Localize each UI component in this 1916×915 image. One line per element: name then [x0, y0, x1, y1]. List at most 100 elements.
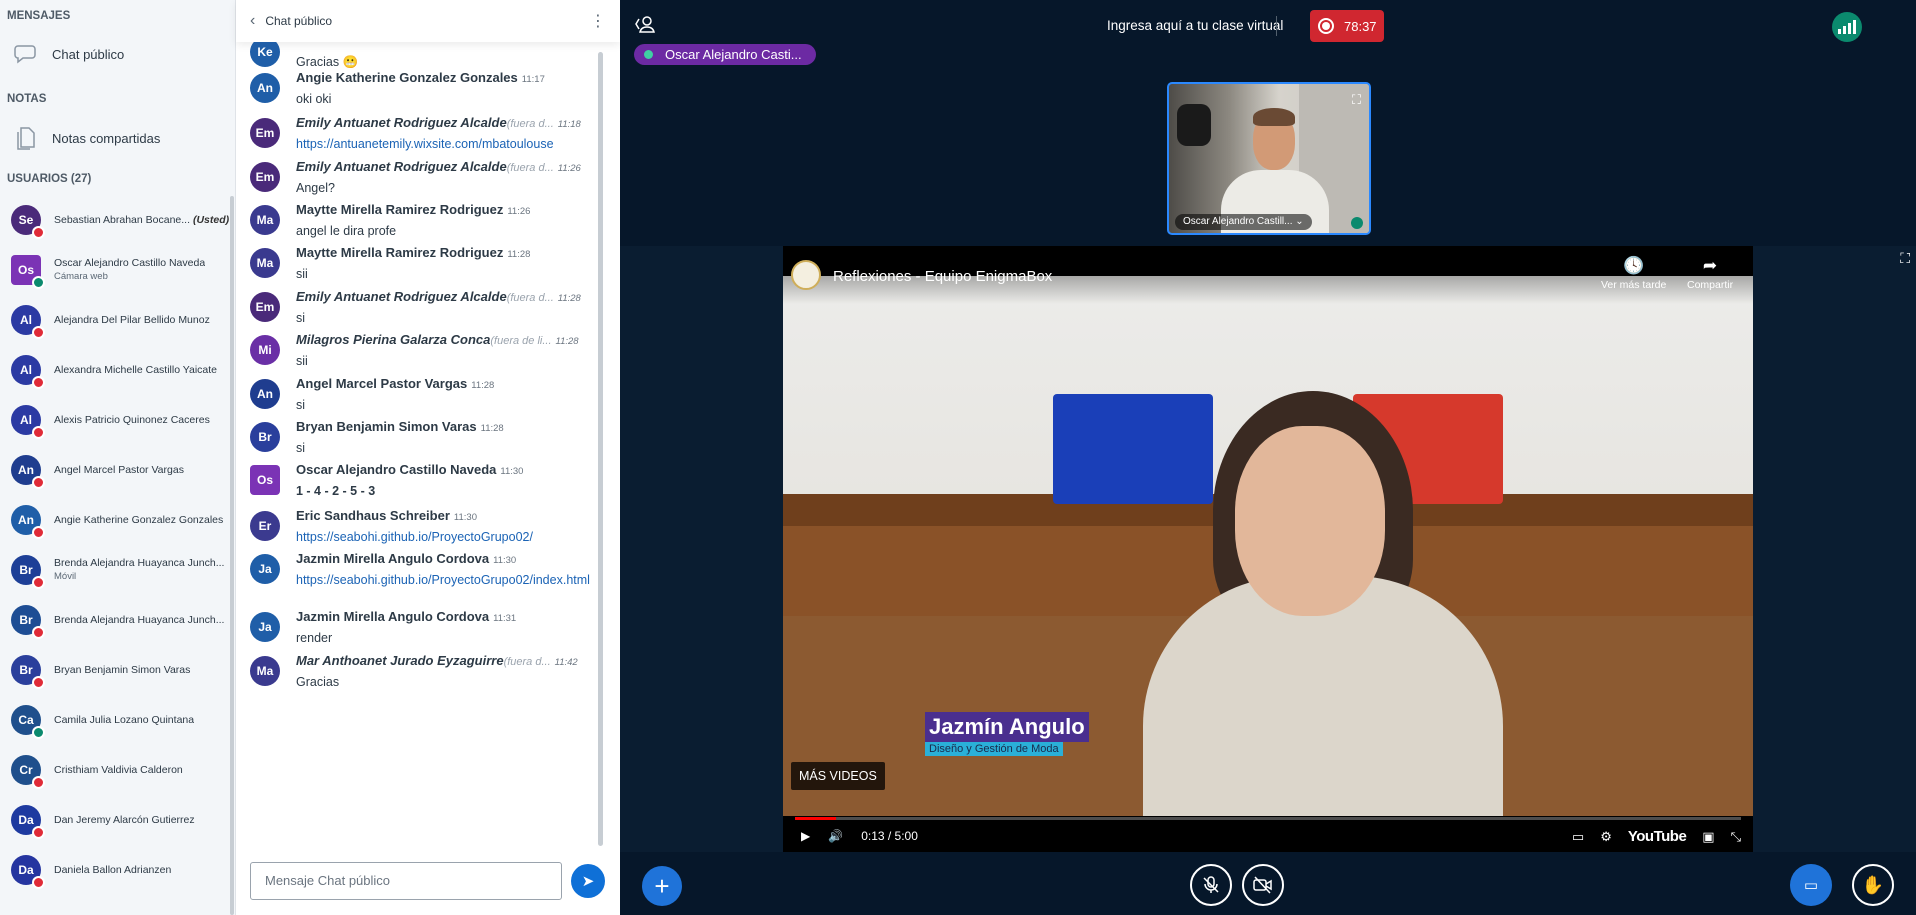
- settings-icon[interactable]: ⚙: [1600, 829, 1612, 845]
- user-name: Cristhiam Valdivia Calderon: [54, 763, 183, 776]
- chat-message: Os Oscar Alejandro Castillo Naveda 11:30 1 …: [250, 462, 600, 500]
- user-list-item[interactable]: Os Oscar Alejandro Castillo Naveda Cámara …: [11, 249, 231, 291]
- message-time: 11:28: [471, 380, 495, 391]
- more-options-icon[interactable]: ⋮: [590, 11, 606, 31]
- channel-logo[interactable]: [791, 260, 821, 290]
- main-area: Ingresa aquí a tu clase virtual 78:37 Os…: [620, 0, 1916, 915]
- message-list: Ke Gracias 😬 An Angie Katherine Gonzalez Go…: [236, 42, 604, 842]
- send-button[interactable]: ➤: [571, 864, 605, 898]
- cast-icon[interactable]: ▣: [1702, 829, 1714, 845]
- sender-name: Emily Antuanet Rodriguez Alcalde: [296, 159, 507, 174]
- user-name: Brenda Alejandra Huayanca Junch...: [54, 613, 225, 626]
- message-input[interactable]: Mensaje Chat público: [250, 862, 562, 900]
- chat-message: An Angie Katherine Gonzalez Gonzales 11:17…: [250, 70, 600, 108]
- user-list-item[interactable]: Cr Cristhiam Valdivia Calderon: [11, 749, 231, 791]
- actions-button[interactable]: +: [642, 866, 682, 906]
- avatar: Al: [11, 305, 45, 339]
- more-videos-button[interactable]: MÁS VIDEOS: [791, 762, 885, 790]
- message-text: Gracias 😬: [296, 55, 359, 69]
- message-text: si: [296, 311, 306, 325]
- avatar: Da: [11, 805, 45, 839]
- user-name: Camila Julia Lozano Quintana: [54, 713, 195, 726]
- video-time: 0:13 / 5:00: [861, 829, 918, 843]
- away-status: (fuera d...: [506, 292, 554, 304]
- message-link[interactable]: https://antuanetemily.wixsite.com/mbatou…: [296, 136, 596, 153]
- avatar: Ca: [11, 705, 45, 739]
- sender-name: Bryan Benjamin Simon Varas: [296, 419, 477, 434]
- raise-hand-button[interactable]: ✋: [1852, 864, 1894, 906]
- share-video-button[interactable]: ➦ Compartir: [1687, 256, 1733, 291]
- message-header: Emily Antuanet Rodriguez Alcalde(fuera d…: [296, 159, 596, 174]
- message-text: Gracias: [296, 675, 340, 689]
- chat-scrollbar[interactable]: [598, 52, 603, 846]
- camera-toggle-button[interactable]: [1242, 864, 1284, 906]
- play-icon[interactable]: ▶: [801, 829, 810, 843]
- user-status-icon: [32, 426, 45, 439]
- sender-name: Jazmin Mirella Angulo Cordova: [296, 609, 490, 624]
- user-status-icon: [32, 726, 45, 739]
- user-name: Angel Marcel Pastor Vargas: [54, 463, 184, 476]
- message-link[interactable]: https://seabohi.github.io/ProyectoGrupo0…: [296, 572, 596, 589]
- avatar: Em: [250, 118, 280, 148]
- user-info: Angie Katherine Gonzalez Gonzales: [54, 514, 223, 527]
- fullscreen-icon[interactable]: ⛶: [1352, 92, 1361, 108]
- avatar: Mi: [250, 335, 280, 365]
- user-list-toggle-icon[interactable]: [634, 14, 656, 39]
- captions-icon[interactable]: ▭: [1572, 829, 1584, 845]
- shared-notes-label: Notas compartidas: [52, 130, 161, 146]
- chat-message: Ma Maytte Mirella Ramirez Rodriguez 11:26 a…: [250, 202, 600, 240]
- user-list-item[interactable]: Al Alexandra Michelle Castillo Yaicate: [11, 349, 231, 391]
- sender-name: Oscar Alejandro Castillo Naveda: [296, 462, 497, 477]
- mute-mic-button[interactable]: [1190, 864, 1232, 906]
- sender-name: Emily Antuanet Rodriguez Alcalde: [296, 115, 507, 130]
- message-header: Jazmin Mirella Angulo Cordova 11:31: [296, 609, 596, 624]
- webcam-name-label[interactable]: Oscar Alejandro Castill... ⌄: [1175, 214, 1312, 230]
- webcam-video: [1177, 104, 1211, 146]
- user-list-item[interactable]: An Angel Marcel Pastor Vargas: [11, 449, 231, 491]
- avatar: An: [11, 455, 45, 489]
- user-list-item[interactable]: Da Dan Jeremy Alarcón Gutierrez: [11, 799, 231, 841]
- desktop-icon: ▭: [1803, 877, 1819, 894]
- user-list-item[interactable]: Da Daniela Ballon Adrianzen: [11, 849, 231, 891]
- user-info: Bryan Benjamin Simon Varas: [54, 664, 190, 677]
- exit-fullscreen-icon[interactable]: ⤡: [1731, 829, 1741, 845]
- youtube-logo[interactable]: YouTube: [1628, 828, 1687, 845]
- connection-status-icon[interactable]: [1832, 12, 1862, 42]
- avatar: Al: [11, 355, 45, 389]
- user-list-item[interactable]: Se Sebastian Abrahan Bocane... (Usted): [11, 199, 231, 241]
- avatar: Ma: [250, 248, 280, 278]
- user-name: Dan Jeremy Alarcón Gutierrez: [54, 813, 195, 826]
- talking-indicator: Oscar Alejandro Casti...: [634, 44, 816, 65]
- chat-title: Chat público: [265, 14, 333, 28]
- recording-indicator[interactable]: 78:37: [1310, 10, 1384, 42]
- user-info: Cristhiam Valdivia Calderon: [54, 764, 183, 777]
- avatar: Br: [11, 555, 45, 589]
- youtube-player[interactable]: Reflexiones - Equipo EnigmaBox 🕓 Ver más …: [783, 246, 1753, 852]
- message-text: 1 - 4 - 2 - 5 - 3: [296, 484, 376, 498]
- fullscreen-icon[interactable]: ⛶: [1900, 250, 1910, 267]
- public-chat-label: Chat público: [52, 46, 125, 62]
- sender-name: Milagros Pierina Galarza Conca: [296, 332, 491, 347]
- screen-share-button[interactable]: ▭: [1790, 864, 1832, 906]
- user-list-item[interactable]: Ca Camila Julia Lozano Quintana: [11, 699, 231, 741]
- user-list-item[interactable]: An Angie Katherine Gonzalez Gonzales: [11, 499, 231, 541]
- video-title[interactable]: Reflexiones - Equipo EnigmaBox: [833, 268, 1052, 285]
- user-list-item[interactable]: Br Bryan Benjamin Simon Varas: [11, 649, 231, 691]
- user-list-item[interactable]: Br Brenda Alejandra Huayanca Junch... Móvi…: [11, 549, 231, 591]
- webcam-tile[interactable]: ⛶ Oscar Alejandro Castill... ⌄: [1167, 82, 1371, 235]
- watch-later-button[interactable]: 🕓 Ver más tarde: [1601, 256, 1666, 291]
- user-info: Camila Julia Lozano Quintana: [54, 714, 194, 727]
- volume-icon[interactable]: 🔊: [828, 829, 843, 843]
- user-status-icon: [32, 626, 45, 639]
- user-list-item[interactable]: Br Brenda Alejandra Huayanca Junch...: [11, 599, 231, 641]
- chevron-left-icon[interactable]: ‹: [250, 12, 255, 30]
- chat-message: Ja Jazmin Mirella Angulo Cordova 11:31 rend…: [250, 609, 600, 647]
- notes-icon: [12, 126, 42, 150]
- message-time: 11:26: [557, 163, 581, 174]
- user-list-item[interactable]: Al Alexis Patricio Quinonez Caceres: [11, 399, 231, 441]
- user-list-item[interactable]: Al Alejandra Del Pilar Bellido Munoz: [11, 299, 231, 341]
- public-chat-link[interactable]: Chat público: [12, 42, 124, 66]
- message-link[interactable]: https://seabohi.github.io/ProyectoGrupo0…: [296, 529, 596, 546]
- shared-notes-link[interactable]: Notas compartidas: [12, 126, 160, 150]
- users-scrollbar[interactable]: [230, 196, 234, 915]
